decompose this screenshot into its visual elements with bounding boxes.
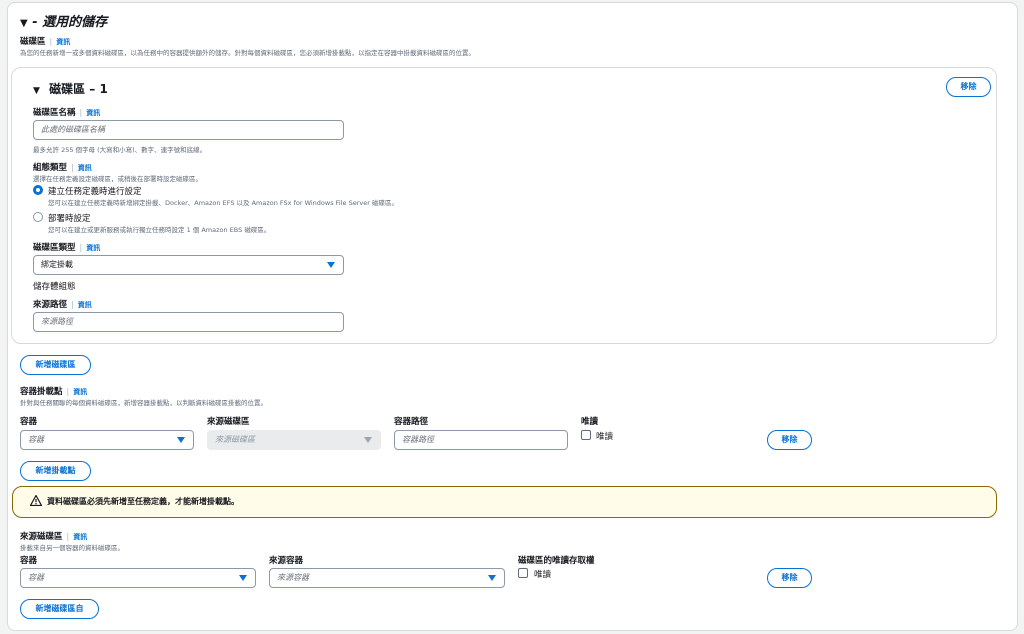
mount-col-source-volume: 來源磁碟區 xyxy=(207,417,250,427)
section-title: - 選用的儲存 xyxy=(32,15,108,30)
option-task-definition-desc: 您可以在建立任務定義時新增綁定掛載、Docker、Amazon EFS 以及 A… xyxy=(48,199,398,207)
volume-type-label: 磁碟區類型 xyxy=(33,243,76,253)
dropdown-arrow-icon xyxy=(177,437,185,443)
add-mount-point-button[interactable]: 新增掛載點 xyxy=(20,461,91,481)
remove-volumes-from-button[interactable]: 移除 xyxy=(767,568,812,588)
source-path-label: 來源路徑 xyxy=(33,300,68,310)
volumes-from-col-container: 容器 xyxy=(20,556,38,566)
option-task-definition-label[interactable]: 建立任務定義時進行設定 xyxy=(48,185,142,197)
volumes-from-label-row: 來源磁碟區 | 資訊 xyxy=(20,532,88,542)
add-volumes-from-button[interactable]: 新增磁碟區自 xyxy=(20,599,99,619)
radio-configure-at-deployment[interactable] xyxy=(33,212,43,222)
volumes-from-container-placeholder: 容器 xyxy=(28,573,44,582)
mount-points-description: 針對與任務關聯的每個資料磁碟區，新增容器掛載點，以判斷資料磁碟區掛載的位置。 xyxy=(20,399,267,407)
storage-config-label: 儲存體組態 xyxy=(33,282,76,292)
dropdown-arrow-icon xyxy=(239,575,247,581)
radio-configure-at-task-definition[interactable] xyxy=(33,185,43,195)
mount-points-label: 容器掛載點 xyxy=(20,387,63,397)
volumes-from-col-source-container: 來源容器 xyxy=(269,556,304,566)
section-header[interactable]: ▼ - 選用的儲存 xyxy=(20,11,107,30)
volumes-from-container-select[interactable]: 容器 xyxy=(20,568,256,588)
remove-volume-button[interactable]: 移除 xyxy=(946,77,991,97)
volume-name-hint: 最多允許 255 個字母 (大寫和小寫)、數字、連字號和底線。 xyxy=(33,146,207,154)
config-type-label-row: 組態類型 | 資訊 xyxy=(33,163,92,173)
info-link[interactable]: 資訊 xyxy=(73,388,87,396)
volumes-from-source-container-placeholder: 來源容器 xyxy=(277,573,309,582)
mount-source-volume-placeholder: 來源磁碟區 xyxy=(215,435,255,444)
option-deployment-desc: 您可以在建立或更新服務或執行獨立任務時設定 1 個 Amazon EBS 磁碟區… xyxy=(48,226,271,234)
option-deployment-label[interactable]: 部署時設定 xyxy=(48,212,91,224)
volume-card-header[interactable]: ▼ 磁碟區 – 1 xyxy=(33,80,108,97)
add-volume-button[interactable]: 新增磁碟區 xyxy=(20,355,91,375)
mount-readonly-checkbox[interactable] xyxy=(581,430,591,440)
source-path-label-row: 來源路徑 | 資訊 xyxy=(33,300,92,310)
volumes-description: 為您的任務新增一或多個資料磁碟區，以為任務中的容器提供額外的儲存。針對每個資料磁… xyxy=(20,49,475,57)
mount-container-select[interactable]: 容器 xyxy=(20,430,194,450)
warning-icon xyxy=(29,494,43,508)
volumes-from-description: 掛載來自另一個容器的資料磁碟區。 xyxy=(20,544,124,552)
info-link[interactable]: 資訊 xyxy=(56,38,70,46)
volumes-label: 磁碟區 xyxy=(20,37,46,47)
volumes-from-col-readonly: 磁碟區的唯讀存取權 xyxy=(518,556,595,566)
dropdown-arrow-icon xyxy=(488,575,496,581)
volume-name-label: 磁碟區名稱 xyxy=(33,108,76,118)
mount-container-path-input[interactable]: 容器路徑 xyxy=(394,430,568,450)
info-link[interactable]: 資訊 xyxy=(73,533,87,541)
dropdown-arrow-icon xyxy=(364,437,372,443)
volume-card-title: 磁碟區 – 1 xyxy=(49,82,108,96)
config-type-description: 選擇在任務定義設定磁碟區，或稍後在部署時設定磁碟區。 xyxy=(33,175,202,183)
dropdown-arrow-icon xyxy=(327,262,335,268)
volumes-from-source-container-select[interactable]: 來源容器 xyxy=(269,568,505,588)
mount-source-volume-select: 來源磁碟區 xyxy=(207,430,381,450)
remove-mount-button[interactable]: 移除 xyxy=(767,430,812,450)
info-link[interactable]: 資訊 xyxy=(78,301,92,309)
volumes-from-readonly-label[interactable]: 唯讀 xyxy=(534,568,551,580)
volumes-from-label: 來源磁碟區 xyxy=(20,532,63,542)
caret-down-icon[interactable]: ▼ xyxy=(20,18,28,29)
mount-container-placeholder: 容器 xyxy=(28,435,44,444)
mount-points-label-row: 容器掛載點 | 資訊 xyxy=(20,387,88,397)
volumes-from-readonly-checkbox[interactable] xyxy=(518,568,528,578)
mount-col-container-path: 容器路徑 xyxy=(394,417,429,427)
volume-name-label-row: 磁碟區名稱 | 資訊 xyxy=(33,108,101,118)
volumes-label-row: 磁碟區 | 資訊 xyxy=(20,37,71,47)
mount-col-container: 容器 xyxy=(20,417,38,427)
volume-type-value: 綁定掛載 xyxy=(41,260,73,269)
volume-type-label-row: 磁碟區類型 | 資訊 xyxy=(33,243,101,253)
warning-alert-text: 資料磁碟區必須先新增至任務定義，才能新增掛載點。 xyxy=(47,497,239,506)
caret-down-icon[interactable]: ▼ xyxy=(33,86,40,96)
volume-name-input[interactable]: 此處的磁碟區名稱 xyxy=(33,120,344,140)
config-type-label: 組態類型 xyxy=(33,163,68,173)
info-link[interactable]: 資訊 xyxy=(86,244,100,252)
info-link[interactable]: 資訊 xyxy=(86,109,100,117)
mount-col-readonly: 唯讀 xyxy=(581,417,599,427)
mount-readonly-label[interactable]: 唯讀 xyxy=(596,430,613,442)
info-link[interactable]: 資訊 xyxy=(78,164,92,172)
source-path-input[interactable]: 來源路徑 xyxy=(33,312,344,332)
volume-type-select[interactable]: 綁定掛載 xyxy=(33,255,344,275)
